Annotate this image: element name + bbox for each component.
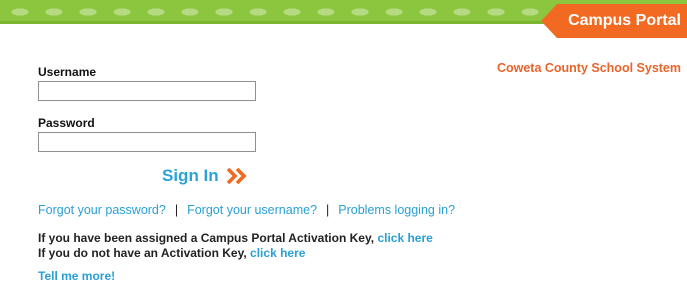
- forgot-password-link[interactable]: Forgot your password?: [38, 203, 166, 217]
- activation-click-here-link[interactable]: click here: [377, 231, 432, 245]
- username-input[interactable]: [38, 81, 256, 101]
- double-chevron-right-icon: [226, 168, 247, 184]
- activation-key-text: If you have been assigned a Campus Porta…: [38, 231, 375, 245]
- sign-in-button[interactable]: Sign In: [162, 166, 249, 186]
- problems-logging-in-link[interactable]: Problems logging in?: [338, 203, 455, 217]
- portal-title: Campus Portal: [568, 12, 681, 29]
- link-separator: |: [174, 203, 179, 217]
- sign-in-label: Sign In: [162, 166, 219, 185]
- help-links: Forgot your password? | Forgot your userna…: [38, 203, 455, 217]
- district-name: Coweta County School System: [496, 61, 681, 75]
- portal-title-tab: Campus Portal: [541, 4, 687, 38]
- username-label: Username: [38, 65, 97, 79]
- tell-me-more-link[interactable]: Tell me more!: [38, 269, 115, 283]
- forgot-username-link[interactable]: Forgot your username?: [187, 203, 317, 217]
- password-input[interactable]: [38, 132, 256, 152]
- activation-key-line: If you have been assigned a Campus Porta…: [38, 231, 433, 245]
- link-separator: |: [326, 203, 330, 217]
- password-label: Password: [38, 116, 95, 130]
- no-activation-key-text: If you do not have an Activation Key,: [38, 246, 247, 260]
- no-activation-click-here-link[interactable]: click here: [250, 246, 305, 260]
- no-activation-key-line: If you do not have an Activation Key, cl…: [38, 246, 305, 260]
